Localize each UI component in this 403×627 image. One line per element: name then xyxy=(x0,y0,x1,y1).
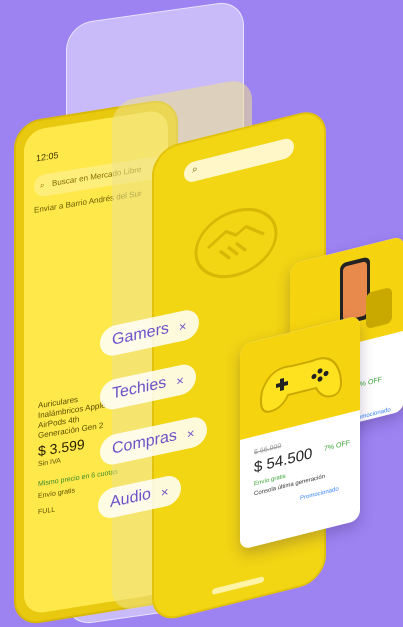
product-card-controller[interactable]: $ 66.900 $ 54.500 7% OFF Envío gratis Co… xyxy=(240,315,360,550)
discount-label: 7% OFF xyxy=(324,439,351,454)
search-icon: ⌕ xyxy=(40,180,45,190)
chip-label: Techies xyxy=(112,374,167,403)
close-icon[interactable]: × xyxy=(161,483,169,500)
main-search-bar[interactable]: ⌕ xyxy=(184,136,294,185)
close-icon[interactable]: × xyxy=(187,425,195,442)
promoted-label: Promocionado xyxy=(300,486,339,502)
mercadolibre-handshake-logo xyxy=(194,207,278,279)
chip-label: Audio xyxy=(110,485,151,512)
close-icon[interactable]: × xyxy=(179,318,187,335)
chip-label: Gamers xyxy=(112,319,169,349)
home-indicator xyxy=(212,576,264,596)
close-icon[interactable]: × xyxy=(176,372,184,389)
search-icon: ⌕ xyxy=(192,163,198,177)
